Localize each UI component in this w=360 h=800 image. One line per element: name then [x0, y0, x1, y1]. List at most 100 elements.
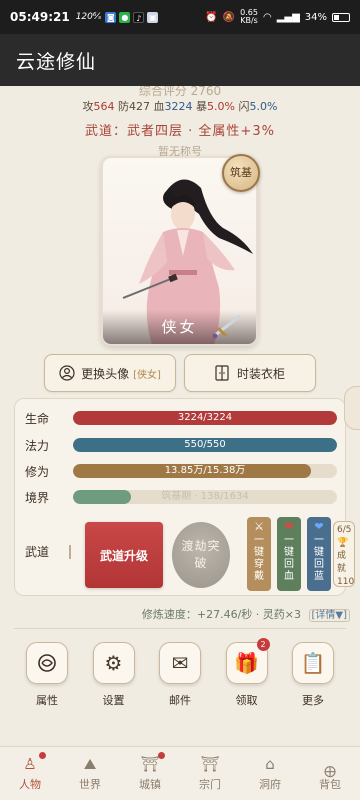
change-avatar-label: 更换头像 [81, 366, 130, 381]
cultivation-speed: 修炼速度：+27.46/秒 · 灵药×3 [详情▼] [0, 606, 360, 622]
hp-label: 血 [153, 100, 165, 113]
mana-bar-text: 550/550 [184, 439, 226, 450]
quick-more-label: 更多 [302, 694, 324, 707]
one-key-heal-button[interactable]: ❤ 一键回血 [277, 517, 301, 591]
one-key-mana-label: 一键回蓝 [314, 535, 324, 582]
app-title: 云途修仙 [16, 50, 97, 73]
nav-character[interactable]: ♙ 人物 [0, 747, 60, 800]
one-key-mana-button[interactable]: ❤ 一键回蓝 [307, 517, 331, 591]
life-label: 生命 [25, 411, 50, 426]
wudao-status: 武道：武者四层 · 全属性+3% [85, 124, 275, 139]
life-row: 生命 3224/3224 [25, 409, 337, 427]
blue-heart-icon: ❤ [314, 520, 324, 533]
realm-row: 境界 筑基期 · 138/1634 [25, 488, 337, 506]
nav-cave-label: 洞府 [259, 778, 281, 791]
wardrobe-button[interactable]: 时装衣柜 [184, 354, 316, 392]
nav-world-label: 世界 [79, 778, 101, 791]
wudao-upgrade-button[interactable]: 武道升级 [85, 522, 163, 588]
mail-icon[interactable]: ✉ [159, 642, 201, 684]
nav-character-dot [39, 752, 46, 759]
change-avatar-button[interactable]: 更换头像 [侠女] [44, 354, 176, 392]
atk-value: 564 [93, 100, 115, 113]
one-key-heal-label: 一键回血 [284, 535, 294, 582]
crit-value: 5.0% [207, 100, 235, 113]
quick-mail-label: 邮件 [169, 694, 191, 707]
wardrobe-icon [215, 365, 229, 381]
stats-panel: 生命 3224/3224 法力 550/550 修为 13.85万/15.38万… [14, 398, 355, 596]
attribute-icon[interactable] [26, 642, 68, 684]
nav-town-label: 城镇 [139, 778, 161, 791]
gallery-icon: ▣ [147, 11, 159, 23]
quick-claim-label: 领取 [235, 694, 258, 707]
sword-icon: ⚔ [254, 520, 264, 533]
quick-settings[interactable]: ⚙ 设置 [89, 642, 139, 722]
achievement-button[interactable]: 6/5 🏆 成就 110 [333, 521, 355, 587]
realm-badge: 筑基 [222, 154, 260, 192]
cultivation-label: 修为 [25, 464, 50, 479]
nav-character-label: 人物 [19, 778, 41, 791]
nav-world[interactable]: ⛰ 世界 [60, 747, 120, 800]
app-bar: 云途修仙 [0, 34, 360, 86]
wudao-separator [69, 545, 71, 559]
wudao-label: 武道 [25, 545, 50, 559]
nav-sect-label: 宗门 [199, 778, 221, 791]
cultivation-bar: 13.85万/15.38万 [73, 464, 337, 478]
mute-icon: 🔕 [222, 11, 236, 23]
gear-icon[interactable]: ⚙ [92, 642, 135, 684]
status-time: 05:49:21 [10, 10, 70, 24]
attribute-line: 攻564 防427 血3224 暴5.0% 闪5.0% [0, 98, 360, 114]
status-bar: 05:49:21 120⁶⁄ₛ ◙ ● ♪ ▣ ⏰ 🔕 0.65 KB/s ◠ … [0, 0, 360, 34]
torii-icon: ⛩ [200, 755, 220, 773]
right-speed-unit: KB/s [240, 16, 258, 25]
achievement-label: 成就 [337, 551, 347, 574]
dodge-value: 5.0% [249, 100, 278, 113]
cultivation-bar-text: 13.85万/15.38万 [164, 465, 246, 476]
quick-claim[interactable]: 🎁 2 领取 [222, 638, 272, 722]
def-label: 防 [118, 100, 130, 113]
battery-icon [332, 12, 350, 22]
tiktok-icon: ♪ [133, 11, 145, 23]
nav-bag[interactable]: 🜨 背包 [300, 747, 360, 800]
portrait-actions: 更换头像 [侠女] 时装衣柜 [44, 354, 316, 392]
wardrobe-label: 时装衣柜 [236, 366, 285, 381]
alarm-icon: ⏰ [205, 11, 218, 23]
quick-more[interactable]: 📋 更多 [288, 642, 338, 722]
quick-mail[interactable]: ✉ 邮件 [155, 642, 205, 722]
achievement-count: 6/5 [337, 525, 352, 535]
mana-row: 法力 550/550 [25, 436, 337, 454]
character-page: 综合评分 2760 攻564 防427 血3224 暴5.0% 闪5.0% 武道… [0, 86, 360, 746]
def-value: 427 [129, 100, 151, 113]
wudao-actions: 武道 武道升级 渡劫突破 ⚔ 一键穿戴 ❤ 一键回血 ❤ 一键回蓝 6/5 🏆 … [25, 517, 355, 591]
person-icon: ♙ [23, 755, 37, 773]
nav-town[interactable]: ⛩ 城镇 [120, 747, 180, 800]
quick-attribute-label: 属性 [36, 694, 58, 707]
app-notification-icon: ◙ [105, 11, 117, 23]
side-float-avatar[interactable] [344, 386, 360, 430]
nav-bag-label: 背包 [319, 778, 341, 791]
crit-label: 暴 [196, 100, 208, 113]
detail-toggle[interactable]: [详情▼] [308, 609, 350, 622]
nav-sect[interactable]: ⛩ 宗门 [180, 747, 240, 800]
dodge-label: 闪 [238, 100, 250, 113]
atk-label: 攻 [82, 100, 94, 113]
tribulation-button[interactable]: 渡劫突破 [172, 522, 230, 588]
nav-town-dot [158, 752, 165, 759]
wifi-icon: ◠ [262, 11, 272, 23]
more-icon[interactable]: 📋 [292, 642, 334, 684]
achievement-value: 110 [337, 577, 355, 587]
trophy-icon: 🏆 [337, 538, 349, 548]
one-key-dress-button[interactable]: ⚔ 一键穿戴 [247, 517, 271, 591]
tribulation-label: 渡劫突破 [181, 539, 221, 570]
quick-actions: 属性 ⚙ 设置 ✉ 邮件 🎁 2 领取 📋 更多 [14, 638, 346, 722]
cultivation-row: 修为 13.85万/15.38万 [25, 462, 337, 480]
network-speed: 120⁶⁄ₛ [75, 12, 102, 22]
signal-icon: ▂▄▆ [276, 11, 300, 23]
battery-percent: 34% [304, 11, 327, 23]
claim-badge: 2 [256, 638, 270, 651]
quick-attribute[interactable]: 属性 [22, 642, 72, 722]
nav-cave[interactable]: ⌂ 洞府 [240, 747, 300, 800]
bottom-nav: ♙ 人物 ⛰ 世界 ⛩ 城镇 ⛩ 宗门 ⌂ 洞府 🜨 背包 [0, 746, 360, 800]
mana-bar: 550/550 [73, 438, 337, 452]
life-bar-text: 3224/3224 [177, 412, 233, 423]
wechat-icon: ● [119, 11, 131, 23]
